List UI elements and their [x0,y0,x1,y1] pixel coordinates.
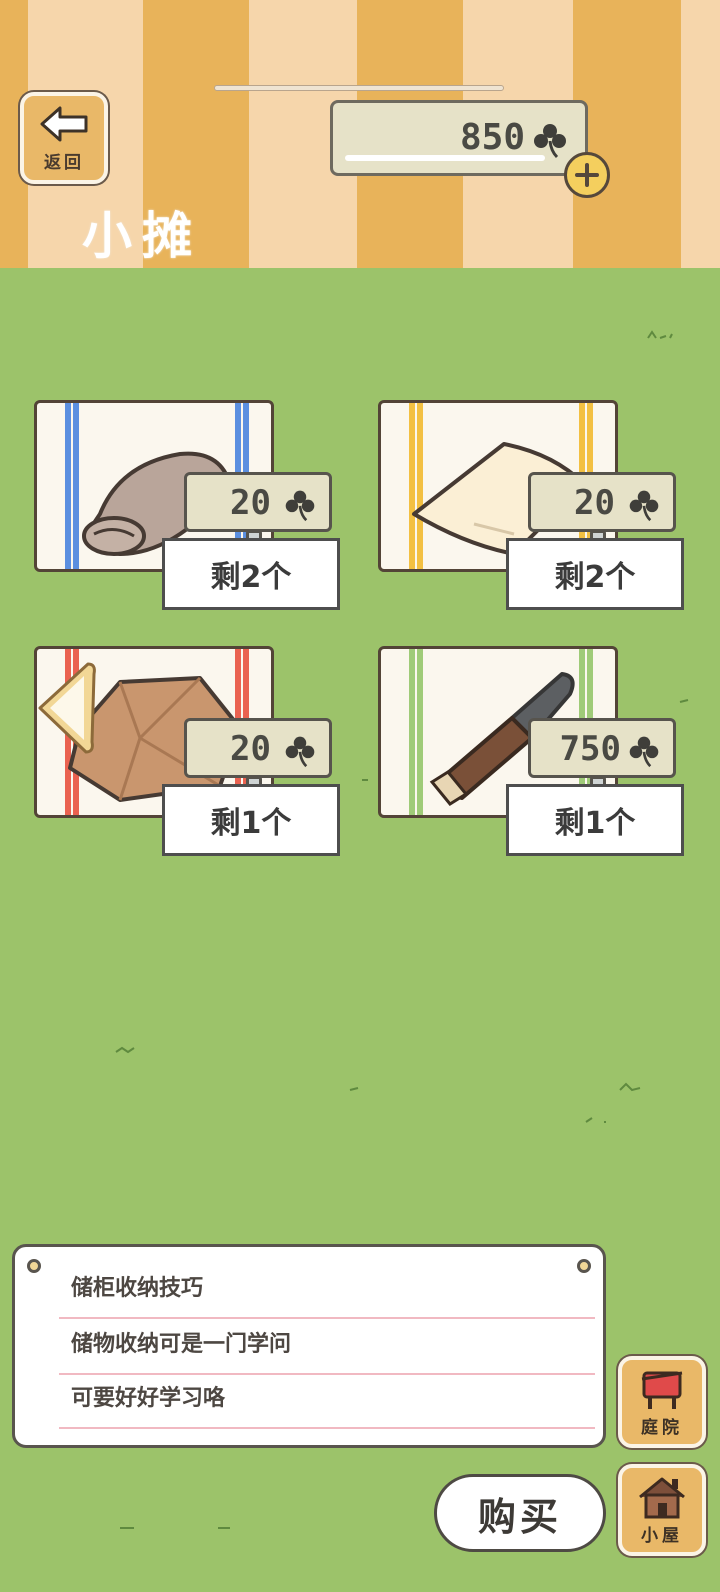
grass-tuft [585,1117,606,1123]
house-icon [639,1477,685,1519]
price-tag: 750 [528,718,676,778]
grass-tuft [120,1527,134,1529]
price-tag: 20 [184,718,332,778]
grass-tuft [218,1527,230,1529]
notice-line: 可要好好学习咯 [71,1386,226,1411]
plus-icon [575,163,599,187]
back-button[interactable]: 返回 [20,92,108,184]
page-title: 小摊 [82,207,202,265]
clover-icon [285,736,315,768]
grass-tuft [619,1082,641,1092]
shop-item[interactable]: 20 剩2个 [378,400,698,630]
back-label: 返回 [44,152,84,173]
nail [27,1259,41,1273]
currency-value: 850 [459,117,525,158]
stock-label: 剩2个 [506,538,684,610]
price-value: 20 [574,483,615,523]
clover-icon [629,736,659,768]
stock-label: 剩1个 [506,784,684,856]
grass-tuft [647,330,673,339]
price-value: 20 [230,729,271,769]
shop-item[interactable]: 750 剩1个 [378,646,698,876]
grass-tuft [115,1046,135,1054]
stock-label: 剩1个 [162,784,340,856]
yard-label: 庭院 [641,1418,683,1438]
clover-icon [285,490,315,522]
price-value: 20 [230,483,271,523]
yard-button[interactable]: 庭院 [618,1356,706,1448]
house-button[interactable]: 小屋 [618,1464,706,1556]
price-value: 750 [559,729,621,769]
stock-label: 剩2个 [162,538,340,610]
notice-board: 储柜收纳技巧 储物收纳可是一门学问 可要好好学习咯 [12,1244,606,1448]
buy-button[interactable]: 购买 [434,1474,606,1552]
house-label: 小屋 [641,1526,683,1546]
grass-tuft [349,1087,359,1091]
price-tag: 20 [184,472,332,532]
yard-gate-icon [641,1371,683,1409]
add-currency-button[interactable] [564,152,610,198]
currency-display: 850 [330,100,588,176]
notice-line: 储物收纳可是一门学问 [71,1332,292,1357]
clover-icon [534,124,566,159]
shop-item[interactable]: 20 剩2个 [34,400,354,630]
prev-page-arrow-icon[interactable] [34,660,98,756]
pull-handle[interactable] [214,85,504,91]
price-tag: 20 [528,472,676,532]
notice-title: 储柜收纳技巧 [71,1276,204,1301]
clover-icon [629,490,659,522]
arrow-left-icon [40,106,88,141]
